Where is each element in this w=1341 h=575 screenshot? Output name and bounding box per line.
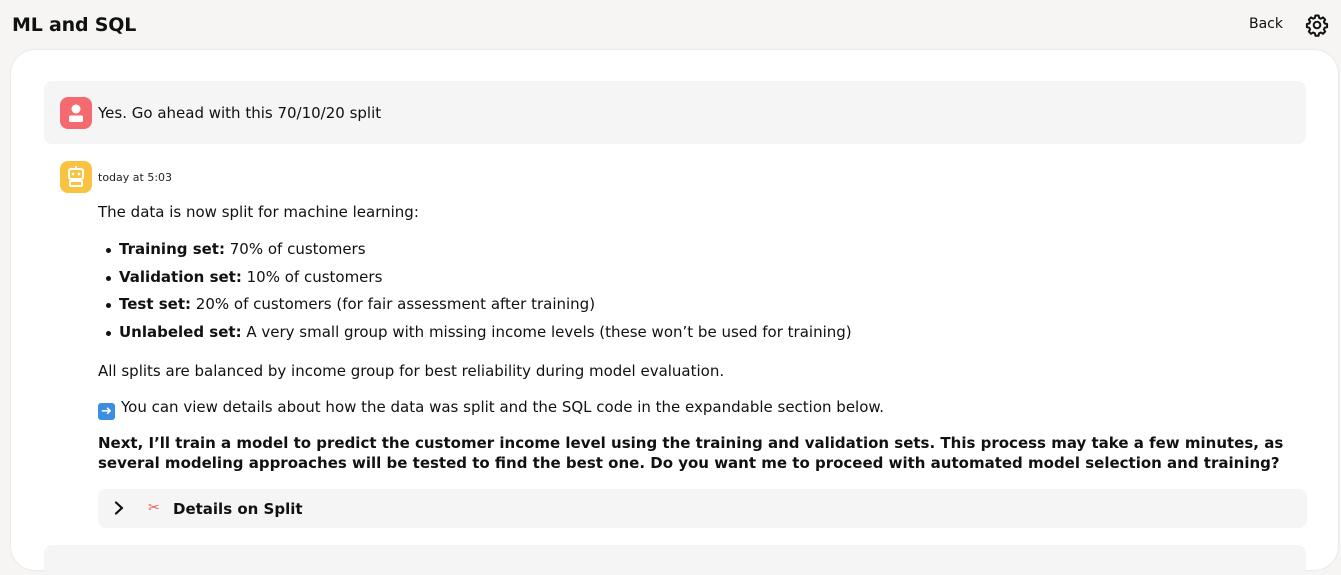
list-item: Test set: 20% of customers (for fair ass… <box>98 295 852 323</box>
robot-icon <box>60 161 92 193</box>
list-item: Validation set: 10% of customers <box>98 268 852 296</box>
details-on-split-expander[interactable]: ✂ Details on Split <box>98 489 1307 528</box>
chevron-right-icon <box>114 501 124 515</box>
next-steps-text: Next, I’ll train a model to predict the … <box>98 434 1284 472</box>
user-message: Yes. Go ahead with this 70/10/20 split <box>44 81 1306 144</box>
back-button[interactable]: Back <box>1249 16 1283 32</box>
gear-icon[interactable] <box>1305 13 1329 37</box>
scissors-icon: ✂ <box>148 500 160 516</box>
balance-note: All splits are balanced by income group … <box>98 362 725 380</box>
next-message-card <box>44 545 1306 575</box>
list-item: Unlabeled set: A very small group with m… <box>98 323 852 351</box>
split-list: Training set: 70% of customers Validatio… <box>98 240 852 350</box>
top-bar: ML and SQL Back <box>0 0 1341 50</box>
details-note: ➜ You can view details about how the data… <box>98 398 884 420</box>
page-title: ML and SQL <box>12 14 137 36</box>
user-icon <box>60 97 92 129</box>
user-message-text: Yes. Go ahead with this 70/10/20 split <box>98 104 382 122</box>
message-intro: The data is now split for machine learni… <box>98 203 419 221</box>
chat-panel: Yes. Go ahead with this 70/10/20 split t… <box>11 50 1338 575</box>
list-item: Training set: 70% of customers <box>98 240 852 268</box>
details-note-text: You can view details about how the data … <box>121 398 885 416</box>
details-on-split-label: Details on Split <box>173 500 303 518</box>
message-timestamp: today at 5:03 <box>98 171 173 184</box>
right-arrow-icon: ➜ <box>98 403 115 420</box>
